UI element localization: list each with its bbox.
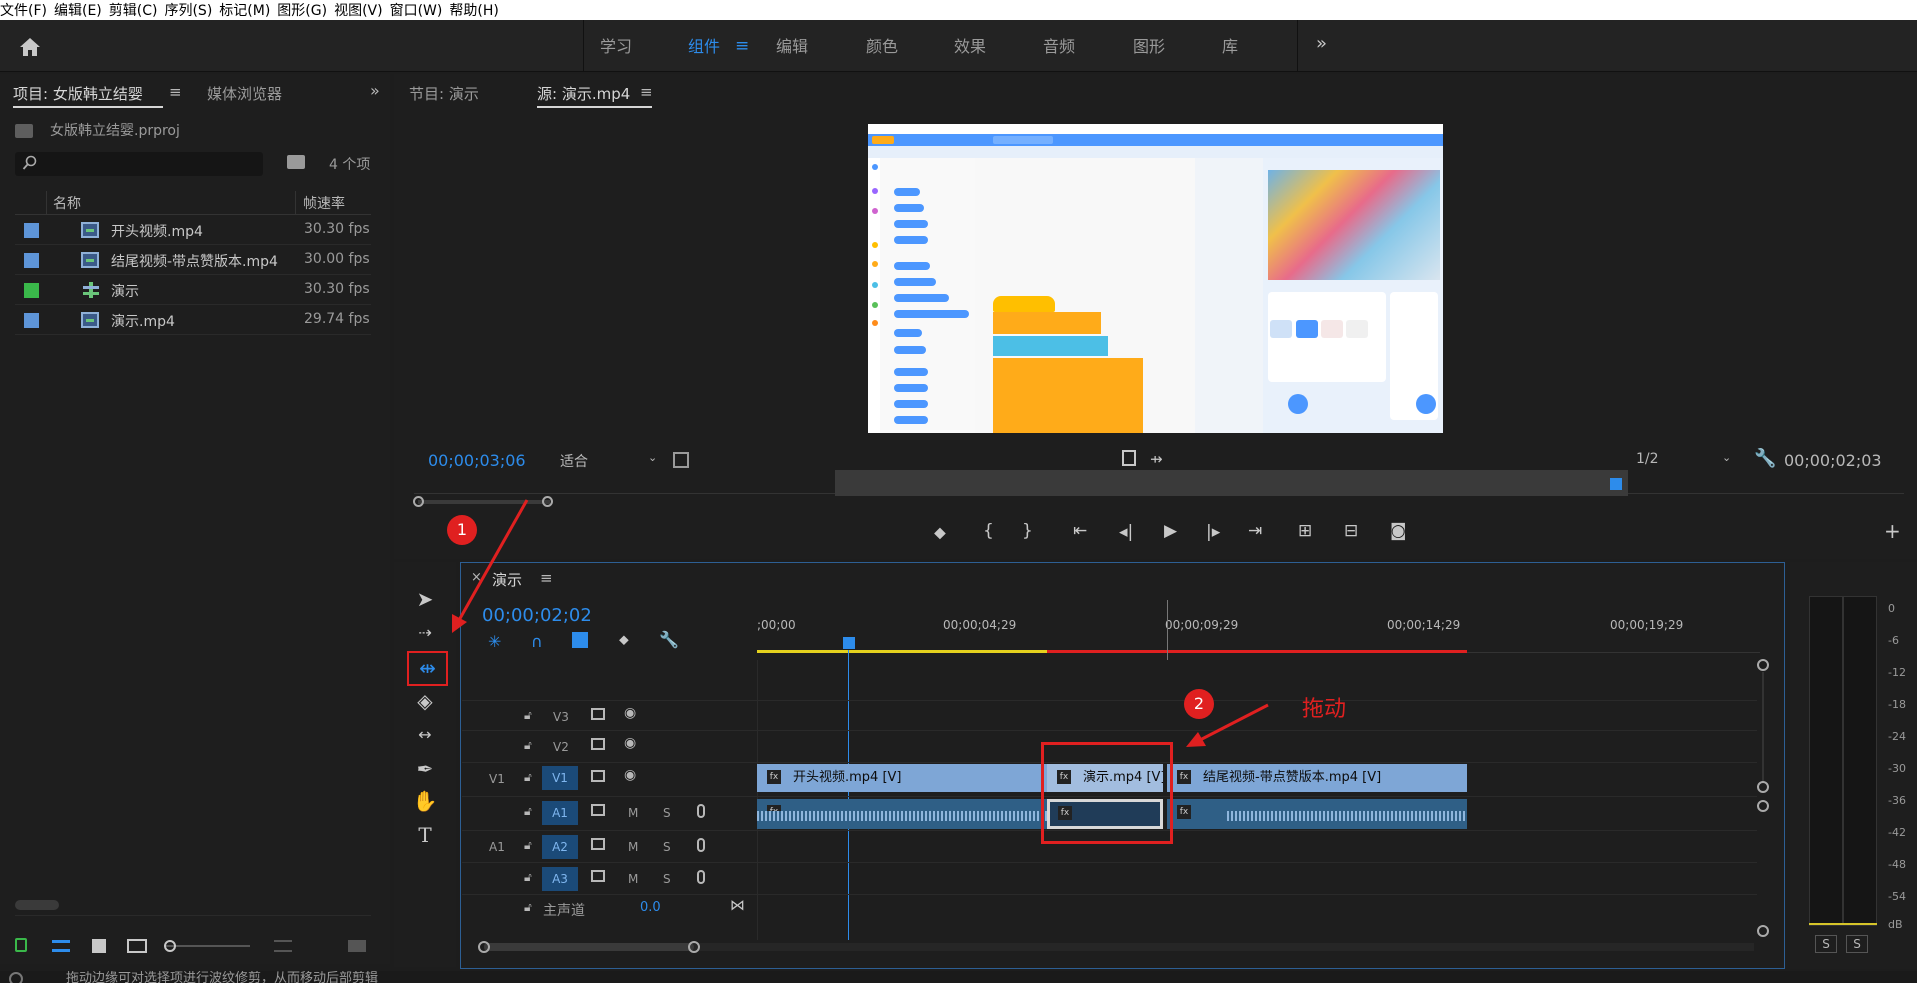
annotation-arrows bbox=[452, 499, 1269, 747]
